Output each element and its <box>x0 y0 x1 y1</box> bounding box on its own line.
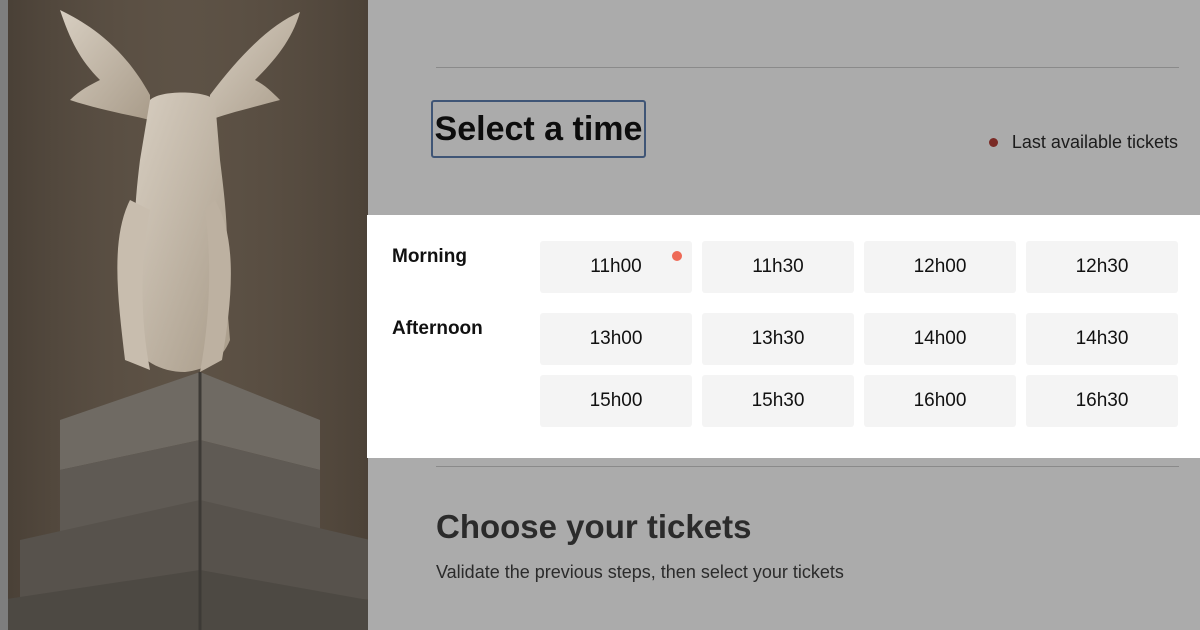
select-time-heading: Select a time <box>431 100 646 158</box>
choose-tickets-heading: Choose your tickets <box>436 508 752 545</box>
page: Select a time Last available tickets Mor… <box>0 0 1200 630</box>
time-slot-14h00[interactable]: 14h00 <box>864 313 1016 365</box>
section-divider-top <box>436 67 1179 68</box>
section-divider-middle <box>436 466 1179 467</box>
time-slot-label: 14h00 <box>913 328 967 349</box>
time-slot-label: 12h00 <box>913 256 967 277</box>
last-available-legend: Last available tickets <box>988 132 1178 153</box>
period-label-morning: Morning <box>392 246 467 267</box>
time-slot-label: 14h30 <box>1075 328 1129 349</box>
legend-label: Last available tickets <box>1011 132 1178 152</box>
time-slot-14h30[interactable]: 14h30 <box>1026 313 1178 365</box>
statue-illustration <box>0 0 368 630</box>
time-slot-13h00[interactable]: 13h00 <box>540 313 692 365</box>
time-slot-15h30[interactable]: 15h30 <box>702 375 854 427</box>
time-slot-label: 13h30 <box>751 328 805 349</box>
time-slot-12h00[interactable]: 12h00 <box>864 241 1016 293</box>
choose-tickets-subtitle: Validate the previous steps, then select… <box>436 562 844 582</box>
time-slot-13h30[interactable]: 13h30 <box>702 313 854 365</box>
last-available-dot-icon <box>672 251 682 261</box>
time-slot-15h00[interactable]: 15h00 <box>540 375 692 427</box>
time-slot-11h30[interactable]: 11h30 <box>702 241 854 293</box>
time-slot-label: 16h00 <box>913 390 967 411</box>
time-slot-label: 13h00 <box>589 328 643 349</box>
time-slot-label: 15h00 <box>589 390 643 411</box>
time-slot-panel: Morning Afternoon 11h00 11h30 12h00 12h3… <box>367 215 1200 458</box>
time-slot-label: 15h30 <box>751 390 805 411</box>
time-slot-label: 16h30 <box>1075 390 1129 411</box>
period-label-afternoon: Afternoon <box>392 318 483 339</box>
time-slot-label: 12h30 <box>1075 256 1129 277</box>
time-slot-label: 11h30 <box>752 256 804 277</box>
time-slot-label: 11h00 <box>590 256 642 277</box>
time-slot-12h30[interactable]: 12h30 <box>1026 241 1178 293</box>
time-slot-16h30[interactable]: 16h30 <box>1026 375 1178 427</box>
status-dot-icon <box>988 138 998 147</box>
winged-victory-statue-image <box>0 0 368 630</box>
time-slot-11h00[interactable]: 11h00 <box>540 241 692 293</box>
time-slot-16h00[interactable]: 16h00 <box>864 375 1016 427</box>
image-edge <box>0 0 8 630</box>
